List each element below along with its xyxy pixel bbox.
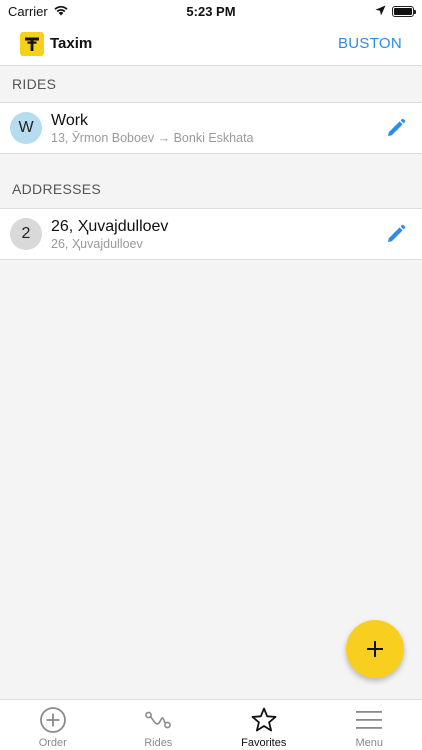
tab-order-label: Order [38,737,67,749]
tab-bar: Order Rides Favorites Menu [0,699,422,750]
rides-section-header: RIDES [12,76,57,92]
tab-menu[interactable]: Menu [317,700,422,750]
address-title: 26, Ҳuvajdulloev [51,217,169,235]
ride-badge: W [10,112,42,144]
tab-rides[interactable]: Rides [106,700,212,750]
city-selector-button[interactable]: BUSTON [338,35,402,52]
address-badge: 2 [10,218,42,250]
menu-icon [355,706,383,734]
tab-menu-label: Menu [355,737,384,749]
wifi-icon [53,4,69,19]
addresses-section-header: ADDRESSES [12,181,102,197]
plus-icon [367,641,383,657]
add-favorite-button[interactable] [346,620,404,678]
pencil-icon [388,118,406,136]
carrier-label: Carrier [8,3,48,19]
ride-route: 13, Ӯrmon Boboev → Bonki Eskhata [51,130,254,145]
plus-circle-icon [39,706,67,734]
address-row[interactable]: 2 26, Ҳuvajdulloev 26, Ҳuvajdulloev [0,208,422,260]
ride-edit-button[interactable] [384,116,408,140]
taxim-logo-icon [20,31,44,56]
tab-favorites-label: Favorites [241,737,287,749]
tab-rides-label: Rides [144,737,173,749]
ride-title: Work [51,111,89,129]
brand: Taxim [20,31,93,56]
star-icon [250,706,278,734]
ride-text: Work 13, Ӯrmon Boboev → Bonki Eskhata [51,111,384,146]
app-header: Taxim BUSTON [0,22,422,66]
status-indicators [375,4,416,19]
ride-row[interactable]: W Work 13, Ӯrmon Boboev → Bonki Eskhata [0,102,422,154]
location-arrow-icon [375,4,386,19]
pencil-icon [388,224,406,242]
brand-name: Taxim [50,35,93,52]
battery-icon [392,5,416,17]
tab-favorites[interactable]: Favorites [211,700,317,750]
route-icon [144,706,172,734]
address-text: 26, Ҳuvajdulloev 26, Ҳuvajdulloev [51,217,384,252]
address-subtitle: 26, Ҳuvajdulloev [51,236,143,251]
address-edit-button[interactable] [384,222,408,246]
carrier-group: Carrier [8,4,69,19]
tab-order[interactable]: Order [0,700,106,750]
status-bar: Carrier 5:23 PM [0,0,422,22]
